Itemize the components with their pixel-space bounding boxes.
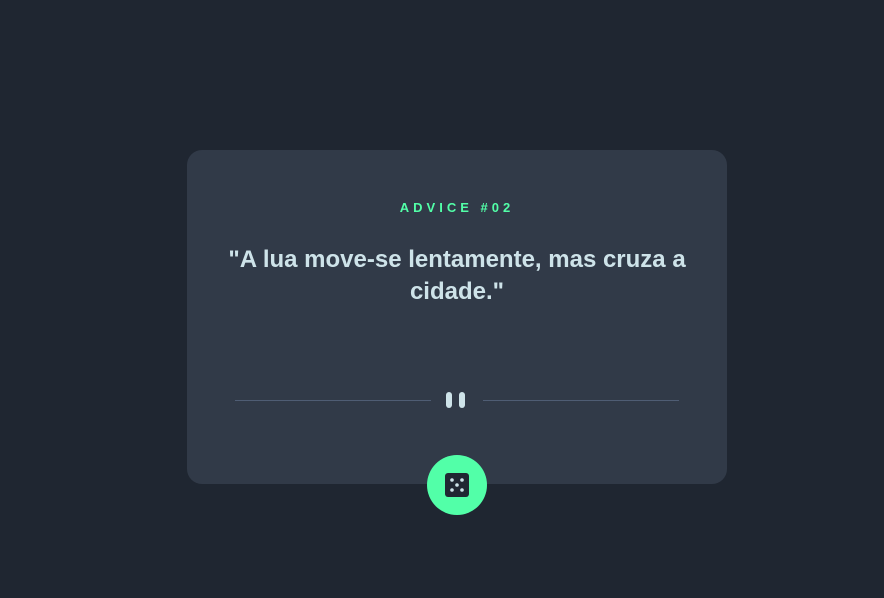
pause-icon [446, 392, 468, 408]
pause-bar-right [459, 392, 465, 408]
dice-icon [445, 473, 469, 497]
advice-card: ADVICE #02 "A lua move-se lentamente, ma… [187, 150, 727, 484]
advice-quote: "A lua move-se lentamente, mas cruza a c… [228, 246, 686, 305]
new-advice-button[interactable] [427, 455, 487, 515]
pause-bar-left [446, 392, 452, 408]
divider-line-right [483, 400, 679, 401]
page: ADVICE #02 "A lua move-se lentamente, ma… [0, 0, 884, 598]
divider [235, 392, 679, 408]
advice-number: ADVICE #02 [399, 200, 515, 215]
divider-line-left [235, 400, 431, 401]
